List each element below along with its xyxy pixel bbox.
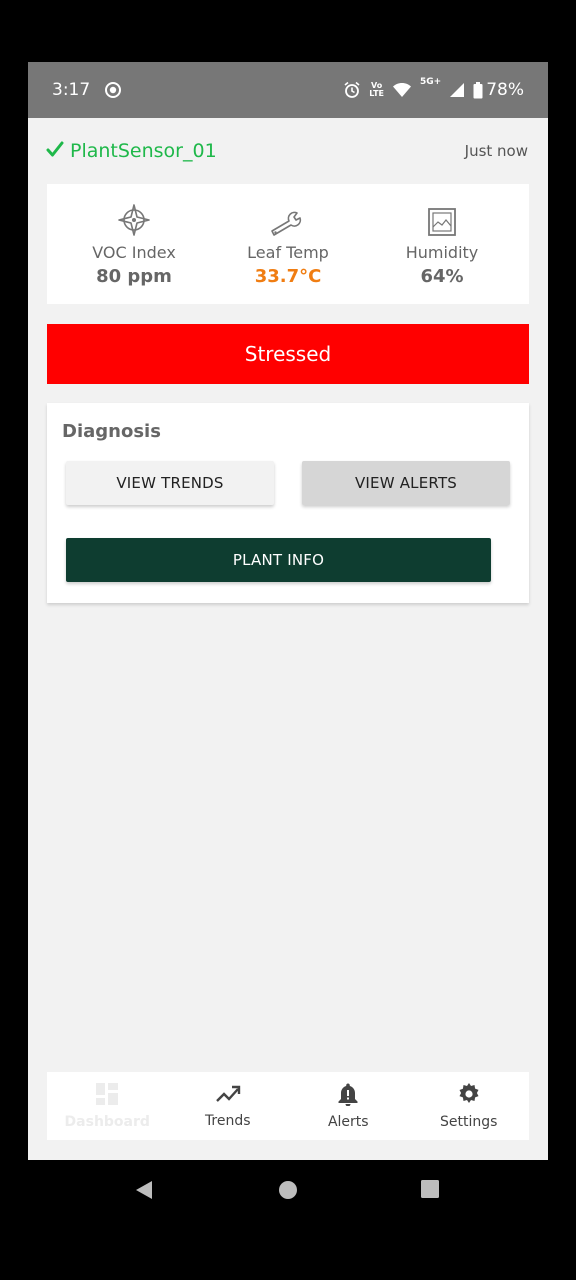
diagnosis-card: Diagnosis VIEW TRENDS VIEW ALERTS PLANT … (47, 403, 529, 603)
gear-icon (457, 1082, 481, 1110)
metric-voc: VOC Index 80 ppm (59, 201, 209, 287)
plant-status-label: Stressed (244, 342, 332, 366)
check-icon (46, 140, 64, 163)
metric-humidity-label: Humidity (405, 243, 479, 262)
nav-trends[interactable]: Trends (168, 1072, 289, 1140)
volte-icon: Vo LTE (369, 82, 384, 98)
signal-icon (449, 82, 465, 98)
plant-info-button[interactable]: PLANT INFO (66, 538, 491, 582)
image-icon (367, 201, 517, 237)
view-trends-button[interactable]: VIEW TRENDS (66, 461, 274, 505)
dashboard-icon (95, 1082, 119, 1110)
battery-icon (473, 81, 483, 99)
nav-settings-label: Settings (440, 1114, 498, 1130)
trending-up-icon (215, 1083, 241, 1109)
device-name-row: PlantSensor_01 (46, 140, 217, 163)
status-bar: 3:17 Vo LTE 5G+ 78% (28, 62, 548, 118)
metric-humidity: Humidity 64% (367, 201, 517, 287)
recents-icon[interactable] (421, 1180, 439, 1202)
battery-percent: 78% (486, 80, 524, 100)
device-header: PlantSensor_01 Just now (28, 118, 548, 184)
metric-voc-value: 80 ppm (96, 266, 172, 287)
status-time: 3:17 (52, 80, 91, 100)
wifi-icon (392, 82, 412, 98)
compass-icon (59, 201, 209, 237)
record-icon (104, 81, 122, 99)
nav-dashboard-label: Dashboard (64, 1114, 150, 1130)
nav-trends-label: Trends (204, 1113, 251, 1129)
nav-settings[interactable]: Settings (409, 1072, 530, 1140)
wrench-icon (213, 201, 363, 237)
metric-leaf-temp-value: 33.7°C (254, 266, 322, 287)
metric-humidity-value: 64% (420, 266, 464, 287)
app-screen: 3:17 Vo LTE 5G+ 78% PlantSensor_01 Just … (28, 62, 548, 1160)
nav-alerts[interactable]: Alerts (288, 1072, 409, 1140)
metrics-card: VOC Index 80 ppm Leaf Temp 33.7°C Humidi… (47, 184, 529, 304)
device-name: PlantSensor_01 (70, 140, 217, 162)
view-alerts-button[interactable]: VIEW ALERTS (302, 461, 510, 505)
home-icon[interactable] (278, 1180, 298, 1204)
bottom-navigation: Dashboard Trends Alerts Settings (47, 1072, 529, 1140)
nav-dashboard[interactable]: Dashboard (47, 1072, 168, 1140)
network-type: 5G+ (420, 77, 442, 87)
alarm-icon (343, 81, 361, 99)
metric-leaf-temp-label: Leaf Temp (247, 243, 329, 262)
system-navigation-bar (0, 1160, 576, 1218)
diagnosis-title: Diagnosis (62, 421, 161, 442)
metric-voc-label: VOC Index (92, 243, 176, 262)
nav-alerts-label: Alerts (327, 1114, 369, 1130)
volte-lte: LTE (369, 89, 384, 98)
metric-leaf-temp: Leaf Temp 33.7°C (213, 201, 363, 287)
plant-status-banner: Stressed (47, 324, 529, 384)
bell-alert-icon (337, 1082, 359, 1110)
last-updated: Just now (464, 142, 528, 160)
back-icon[interactable] (134, 1180, 154, 1204)
